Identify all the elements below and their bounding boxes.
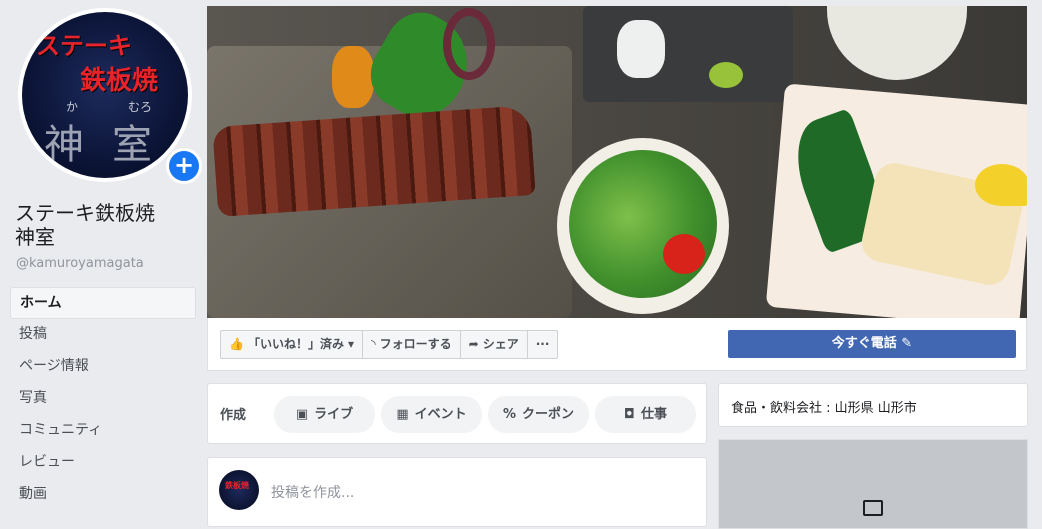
cover-wasabi <box>709 62 743 88</box>
profile-picture[interactable]: ステーキ 鉄板焼 か むろ 神室 <box>22 12 188 178</box>
page-action-bar: 👍 「いいね！」済み ▾ ◝ フォローする ➦ シェア ··· 今すぐ電話 ✎ <box>207 318 1027 371</box>
post-input[interactable]: 投稿を作成... <box>271 482 354 502</box>
create-coupon-label: クーポン <box>522 407 575 422</box>
sidebar-item-about[interactable]: ページ情報 <box>10 351 196 383</box>
map-card[interactable] <box>718 439 1028 529</box>
video-camera-icon: ▣ <box>295 407 309 422</box>
cover-salt <box>617 20 665 78</box>
cover-pumpkin <box>332 46 374 108</box>
liked-button[interactable]: 👍 「いいね！」済み ▾ <box>221 331 363 358</box>
avatar: 鉄板焼 <box>219 470 259 510</box>
liked-label: 「いいね！」済み <box>247 337 344 351</box>
create-coupon-button[interactable]: % クーポン <box>488 396 589 433</box>
cover-photo[interactable] <box>207 6 1027 318</box>
follow-label: フォローする <box>379 337 452 351</box>
page-category[interactable]: 食品・飲料会社 : 山形県 山形市 <box>731 397 917 416</box>
create-job-button[interactable]: ◘ 仕事 <box>595 396 696 433</box>
sidebar-item-posts[interactable]: 投稿 <box>10 319 196 351</box>
create-card: 作成 ▣ ライブ ▦ イベント % クーポン ◘ 仕事 <box>207 383 707 444</box>
avatar-text-line1: ステーキ <box>36 31 132 60</box>
create-event-button[interactable]: ▦ イベント <box>381 396 482 433</box>
sidebar-item-reviews[interactable]: レビュー <box>10 447 196 479</box>
sidebar-item-photos[interactable]: 写真 <box>10 383 196 415</box>
share-arrow-icon: ➦ <box>468 337 479 351</box>
more-icon: ··· <box>535 337 550 351</box>
share-label: シェア <box>482 337 519 351</box>
share-button[interactable]: ➦ シェア <box>461 331 528 358</box>
create-label: 作成 <box>220 408 247 423</box>
page-title[interactable]: ステーキ鉄板焼 神室 <box>15 201 195 249</box>
avatar-kanji: 神室 <box>44 122 180 168</box>
cover-condiment-dish <box>583 6 793 102</box>
avatar-text-line2: 鉄板焼 <box>80 66 159 96</box>
rss-icon: ◝ <box>371 337 376 351</box>
sidebar-item-home[interactable]: ホーム <box>10 287 196 319</box>
sidebar-nav: ホーム 投稿 ページ情報 写真 コミュニティ レビュー 動画 <box>10 287 196 511</box>
thumbs-up-icon: 👍 <box>229 337 244 351</box>
create-live-button[interactable]: ▣ ライブ <box>274 396 375 433</box>
action-button-group: 👍 「いいね！」済み ▾ ◝ フォローする ➦ シェア ··· <box>220 330 559 359</box>
cover-cup <box>827 6 967 80</box>
create-event-label: イベント <box>414 407 467 422</box>
add-profile-photo-button[interactable]: + <box>166 148 202 184</box>
create-live-label: ライブ <box>314 407 354 422</box>
sidebar-item-videos[interactable]: 動画 <box>10 479 196 511</box>
page-info-card: 食品・飲料会社 : 山形県 山形市 <box>718 383 1028 427</box>
image-add-icon <box>863 500 883 516</box>
create-job-label: 仕事 <box>640 407 667 422</box>
follow-button[interactable]: ◝ フォローする <box>363 331 461 358</box>
calendar-icon: ▦ <box>396 407 409 422</box>
page-handle[interactable]: @kamuroyamagata <box>16 256 144 271</box>
plus-icon: + <box>169 151 199 181</box>
briefcase-icon: ◘ <box>624 407 635 422</box>
cover-tomato <box>663 234 705 274</box>
coupon-icon: % <box>502 407 516 422</box>
call-now-button[interactable]: 今すぐ電話 ✎ <box>728 330 1016 358</box>
cover-onion <box>443 8 495 80</box>
chevron-down-icon: ▾ <box>347 337 354 351</box>
sidebar-item-community[interactable]: コミュニティ <box>10 415 196 447</box>
sidebar: ステーキ 鉄板焼 か むろ 神室 + ステーキ鉄板焼 神室 @kamuroyam… <box>0 0 206 517</box>
more-button[interactable]: ··· <box>528 331 558 358</box>
cover-salad <box>569 150 717 298</box>
profile-avatar[interactable]: ステーキ 鉄板焼 か むろ 神室 + <box>18 8 202 184</box>
cover-lemon <box>975 164 1027 206</box>
composer-avatar-text: 鉄板焼 <box>225 481 249 490</box>
